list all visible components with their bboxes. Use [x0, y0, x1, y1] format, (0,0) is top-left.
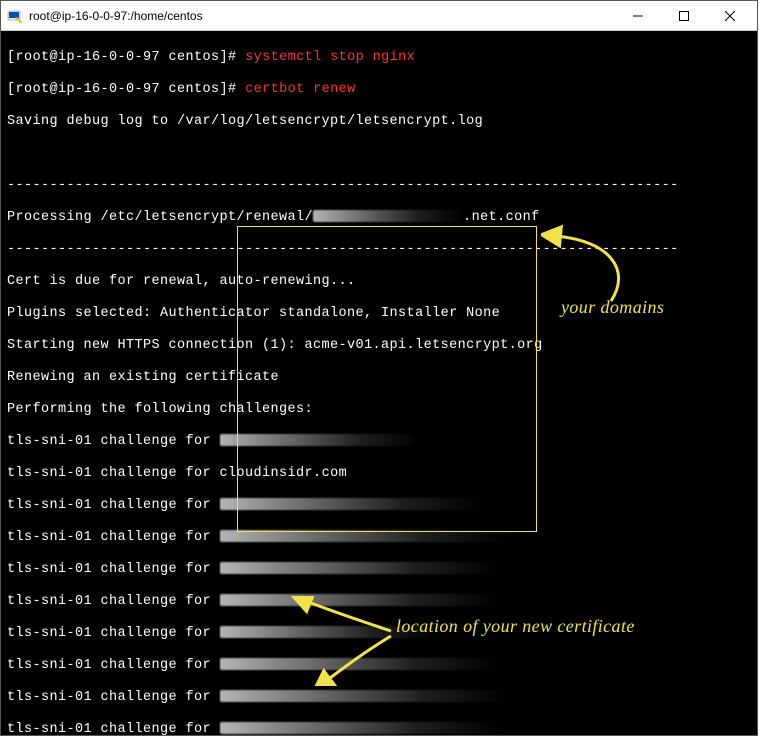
terminal-body[interactable]: [root@ip-16-0-0-97 centos]# systemctl st…	[1, 31, 757, 735]
output-challenge: tls-sni-01 challenge for	[7, 690, 753, 706]
output-dashes: ----------------------------------------…	[7, 178, 753, 194]
output-dashes: ----------------------------------------…	[7, 242, 753, 258]
redacted-domain	[220, 626, 440, 638]
output-challenge: tls-sni-01 challenge for	[7, 658, 753, 674]
minimize-button[interactable]	[615, 1, 661, 31]
output-challenge: tls-sni-01 challenge for	[7, 626, 753, 642]
redacted-domain	[313, 210, 463, 222]
cmd-stop-nginx: systemctl stop nginx	[245, 50, 415, 65]
output-challenge: tls-sni-01 challenge for	[7, 722, 753, 735]
putty-icon	[7, 8, 23, 24]
redacted-domain	[220, 722, 500, 734]
prompt: [root@ip-16-0-0-97 centos]#	[7, 50, 237, 65]
output-https-conn: Starting new HTTPS connection (1): acme-…	[7, 338, 753, 354]
window-title: root@ip-16-0-0-97:/home/centos	[29, 9, 203, 23]
redacted-domain	[220, 690, 510, 702]
redacted-domain	[220, 594, 500, 606]
output-challenge: tls-sni-01 challenge for	[7, 594, 753, 610]
output-processing: Processing /etc/letsencrypt/renewal/.net…	[7, 210, 753, 226]
output-challenge: tls-sni-01 challenge for	[7, 562, 753, 578]
redacted-domain	[220, 530, 510, 542]
output-challenge: tls-sni-01 challenge for	[7, 498, 753, 514]
redacted-domain	[220, 498, 480, 510]
redacted-domain	[220, 658, 500, 670]
terminal-window: root@ip-16-0-0-97:/home/centos [root@ip-…	[0, 0, 758, 736]
maximize-button[interactable]	[661, 1, 707, 31]
output-cert-due: Cert is due for renewal, auto-renewing..…	[7, 274, 753, 290]
output-debug-log: Saving debug log to /var/log/letsencrypt…	[7, 114, 753, 130]
output-challenge: tls-sni-01 challenge for cloudinsidr.com	[7, 466, 753, 482]
window-titlebar[interactable]: root@ip-16-0-0-97:/home/centos	[1, 1, 757, 31]
close-button[interactable]	[707, 1, 753, 31]
output-plugins: Plugins selected: Authenticator standalo…	[7, 306, 753, 322]
output-challenge: tls-sni-01 challenge for	[7, 434, 753, 450]
output-challenge: tls-sni-01 challenge for	[7, 530, 753, 546]
output-performing: Performing the following challenges:	[7, 402, 753, 418]
output-renewing: Renewing an existing certificate	[7, 370, 753, 386]
cmd-certbot-renew: certbot renew	[245, 82, 356, 97]
prompt: [root@ip-16-0-0-97 centos]#	[7, 82, 237, 97]
redacted-domain	[220, 434, 420, 446]
arrow-icon	[541, 221, 661, 311]
redacted-domain	[220, 562, 500, 574]
visible-domain: cloudinsidr.com	[220, 466, 348, 481]
